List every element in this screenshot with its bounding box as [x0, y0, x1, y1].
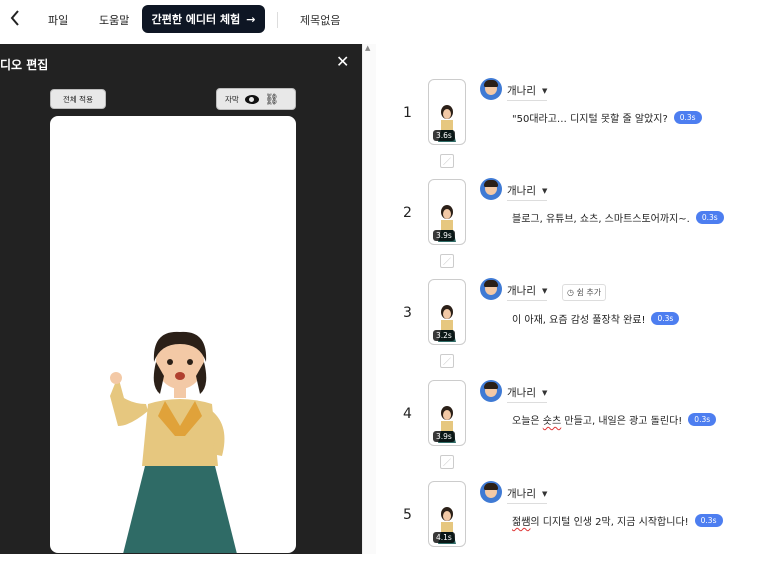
subtitle-text-part: 오늘은 — [512, 416, 543, 427]
transition-icon[interactable]: ／ — [440, 455, 454, 469]
character-illustration — [110, 331, 237, 553]
scene-thumbnail[interactable]: 3.2s — [428, 279, 466, 345]
pause-badge[interactable]: 0.3s — [673, 111, 702, 124]
subtitle-text: "50대라고… 디지털 못할 줄 알았지? — [512, 114, 668, 125]
avatar[interactable] — [480, 78, 502, 100]
scroll-up-icon[interactable]: ▲ — [365, 44, 370, 52]
spellcheck-word: 숏츠 — [542, 416, 562, 427]
scene-duration: 3.6s — [433, 130, 455, 141]
caret-down-icon: ▼ — [541, 286, 548, 295]
document-title[interactable]: 제목없음 — [300, 12, 340, 28]
chevron-left-icon[interactable] — [6, 8, 24, 28]
scene-thumbnail[interactable]: 3.9s — [428, 179, 466, 245]
subtitle-text: 이 아재, 요즘 감성 풀장착 완료! — [512, 315, 646, 326]
caret-down-icon: ▼ — [541, 388, 548, 397]
menu-help[interactable]: 도움말 — [99, 12, 129, 28]
scene-thumbnail[interactable]: 3.6s — [428, 79, 466, 145]
panel-resize-divider[interactable] — [362, 44, 376, 554]
caret-down-icon: ▼ — [541, 186, 548, 195]
scene-row-4[interactable]: 4 3.9s ／ 개나리 ▼ 오늘은 숏츠 만들고, 내일은 광고 돌린다! 0… — [376, 373, 759, 473]
scene-row-3[interactable]: 3 3.2s ／ 개나리 ▼ ◷ 쉼 추가 이 아재, 요즘 감성 풀장착 완료… — [376, 272, 759, 372]
subtitle-line[interactable]: 블로그, 유튜브, 쇼츠, 스마트스토어까지~. 0.3s — [512, 210, 724, 225]
subtitle-text-part: 만들고, 내일은 광고 돌린다! — [561, 416, 683, 427]
clock-icon: ◷ — [567, 288, 574, 297]
divider — [277, 12, 278, 28]
video-edit-panel: 디오 편집 ✕ 전체 적용 자막 ⛓ — [0, 44, 362, 554]
panel-title: 디오 편집 — [0, 58, 49, 72]
arrow-right-icon: → — [246, 12, 256, 26]
transition-icon[interactable]: ／ — [440, 154, 454, 168]
add-rest-button[interactable]: ◷ 쉼 추가 — [562, 284, 607, 301]
transition-icon[interactable]: ／ — [440, 354, 454, 368]
speaker-name: 개나리 — [507, 85, 536, 97]
spellcheck-word: 젊쌤 — [512, 517, 531, 528]
try-editor-label: 간편한 에디터 체험 — [151, 13, 241, 26]
scene-row-2[interactable]: 2 3.9s ／ 개나리 ▼ 블로그, 유튜브, 쇼츠, 스마트스토어까지~. … — [376, 172, 759, 272]
avatar[interactable] — [480, 380, 502, 402]
menu-file[interactable]: 파일 — [48, 12, 68, 28]
transition-icon[interactable]: ／ — [440, 254, 454, 268]
subtitle-line[interactable]: 오늘은 숏츠 만들고, 내일은 광고 돌린다! 0.3s — [512, 412, 717, 427]
subtitle-line[interactable]: "50대라고… 디지털 못할 줄 알았지? 0.3s — [512, 110, 702, 125]
video-preview-canvas[interactable] — [50, 116, 296, 553]
eye-icon[interactable] — [244, 94, 259, 104]
subtitle-text: 젊쌤의 디지털 인생 2막, 지금 시작합니다! — [512, 513, 689, 528]
apply-all-button[interactable]: 전체 적용 — [50, 89, 106, 109]
close-icon[interactable]: ✕ — [336, 52, 349, 71]
scene-number: 5 — [403, 507, 412, 523]
speaker-select[interactable]: 개나리 ▼ — [507, 183, 548, 201]
subtitle-text-part: 의 디지털 인생 2막, 지금 시작합니다! — [530, 517, 689, 528]
speaker-name: 개나리 — [507, 285, 536, 297]
avatar[interactable] — [480, 278, 502, 300]
avatar[interactable] — [480, 481, 502, 503]
speaker-name: 개나리 — [507, 185, 536, 197]
pause-badge[interactable]: 0.3s — [688, 413, 717, 426]
link-icon[interactable]: ⛓ — [265, 93, 279, 106]
scene-number: 4 — [403, 406, 412, 422]
scene-thumbnail[interactable]: 3.9s — [428, 380, 466, 446]
scene-row-1[interactable]: 1 3.6s ／ 개나리 ▼ "50대라고… 디지털 못할 줄 알았지? 0.3… — [376, 72, 759, 172]
scene-duration: 3.9s — [433, 431, 455, 442]
speaker-name: 개나리 — [507, 488, 536, 500]
speaker-select[interactable]: 개나리 ▼ — [507, 486, 548, 504]
subtitle-line[interactable]: 젊쌤의 디지털 인생 2막, 지금 시작합니다! 0.3s — [512, 513, 723, 528]
top-bar: 파일 도움말 간편한 에디터 체험 → 제목없음 — [0, 0, 759, 42]
speaker-select[interactable]: 개나리 ▼ — [507, 385, 548, 403]
add-rest-label: 쉼 추가 — [576, 288, 602, 297]
caret-down-icon: ▼ — [541, 489, 548, 498]
speaker-name: 개나리 — [507, 387, 536, 399]
subtitle-controls: 자막 ⛓ — [216, 88, 296, 110]
avatar[interactable] — [480, 178, 502, 200]
pause-badge[interactable]: 0.3s — [651, 312, 680, 325]
caret-down-icon: ▼ — [541, 86, 548, 95]
scene-number: 3 — [403, 305, 412, 321]
subtitle-line[interactable]: 이 아재, 요즘 감성 풀장착 완료! 0.3s — [512, 311, 680, 326]
scene-thumbnail[interactable]: 4.1s — [428, 481, 466, 547]
scene-duration: 3.2s — [433, 330, 455, 341]
subtitle-label: 자막 — [225, 94, 239, 104]
scene-number: 1 — [403, 105, 412, 121]
scene-duration: 3.9s — [433, 230, 455, 241]
pause-badge[interactable]: 0.3s — [694, 514, 723, 527]
speaker-select[interactable]: 개나리 ▼ — [507, 83, 548, 101]
try-editor-button[interactable]: 간편한 에디터 체험 → — [142, 5, 265, 33]
subtitle-text: 오늘은 숏츠 만들고, 내일은 광고 돌린다! — [512, 412, 682, 427]
scene-number: 2 — [403, 205, 412, 221]
speaker-select[interactable]: 개나리 ▼ — [507, 283, 548, 301]
subtitle-text: 블로그, 유튜브, 쇼츠, 스마트스토어까지~. — [512, 214, 690, 225]
scene-duration: 4.1s — [433, 532, 455, 543]
scene-row-5[interactable]: 5 4.1s 개나리 ▼ 젊쌤의 디지털 인생 2막, 지금 시작합니다! 0.… — [376, 474, 759, 574]
pause-badge[interactable]: 0.3s — [695, 211, 724, 224]
